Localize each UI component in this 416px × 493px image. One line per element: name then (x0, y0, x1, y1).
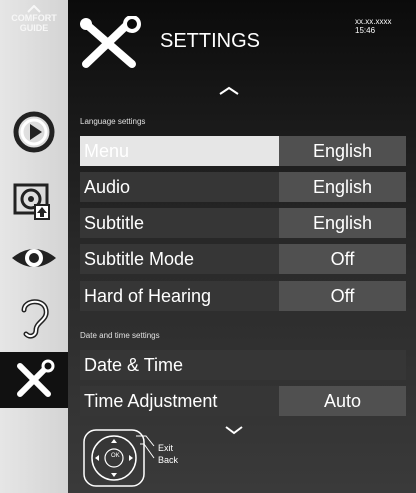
tools-icon (17, 359, 55, 397)
row-date-time-label: Date & Time (84, 355, 184, 375)
comfort-guide-label-2: GUIDE (19, 23, 49, 33)
clock-date: xx.xx.xxxx (355, 17, 392, 26)
sidebar-item-sound[interactable] (0, 290, 68, 346)
section-language-label: Language settings (80, 117, 146, 126)
settings-panel: SETTINGS xx.xx.xxxx 15:46 Language setti… (68, 0, 416, 493)
row-menu-value: English (279, 136, 406, 166)
page-title: SETTINGS (160, 30, 261, 52)
back-label: Back (158, 455, 179, 465)
row-time-adjustment-label: Time Adjustment (84, 391, 218, 411)
section-datetime-label: Date and time settings (80, 331, 160, 340)
row-hard-of-hearing-value: Off (279, 281, 406, 311)
comfort-guide-button[interactable]: COMFORT GUIDE (0, 5, 68, 33)
ear-icon (21, 299, 49, 339)
row-subtitle-mode-label: Subtitle Mode (84, 249, 195, 269)
row-audio-label: Audio (84, 177, 131, 197)
row-time-adjustment[interactable]: Time Adjustment Auto (80, 386, 406, 416)
row-menu[interactable]: Menu English (80, 136, 406, 166)
media-icon (13, 183, 50, 220)
exit-label: Exit (158, 443, 174, 453)
ok-label: OK (111, 453, 120, 459)
scroll-down-icon[interactable] (224, 425, 244, 435)
row-subtitle-value: English (279, 208, 406, 238)
row-audio-value: English (279, 172, 406, 202)
scroll-up-icon[interactable] (218, 86, 240, 96)
clock: xx.xx.xxxx 15:46 (355, 17, 391, 35)
row-hard-of-hearing-label: Hard of Hearing (84, 286, 212, 306)
row-time-adjustment-value: Auto (279, 386, 406, 416)
eye-icon (12, 249, 56, 267)
chevron-up-icon (27, 5, 41, 13)
sidebar-item-settings[interactable] (0, 352, 68, 408)
sidebar-item-picture[interactable] (0, 230, 68, 286)
settings-tools-icon (80, 16, 141, 68)
row-subtitle-mode-value: Off (279, 244, 406, 274)
row-subtitle-mode[interactable]: Subtitle Mode Off (80, 244, 406, 274)
sidebar-item-playback[interactable] (0, 104, 68, 160)
row-subtitle-label: Subtitle (84, 213, 145, 233)
row-audio[interactable]: Audio English (80, 172, 406, 202)
row-date-time[interactable]: Date & Time (80, 350, 406, 380)
sidebar: COMFORT GUIDE (0, 0, 68, 493)
clock-time: 15:46 (355, 26, 376, 35)
row-subtitle[interactable]: Subtitle English (80, 208, 406, 238)
row-hard-of-hearing[interactable]: Hard of Hearing Off (80, 281, 406, 311)
comfort-guide-label-1: COMFORT (11, 13, 57, 23)
sidebar-item-media[interactable] (0, 172, 68, 228)
row-menu-label: Menu (84, 141, 130, 161)
play-circle-icon (13, 111, 55, 153)
